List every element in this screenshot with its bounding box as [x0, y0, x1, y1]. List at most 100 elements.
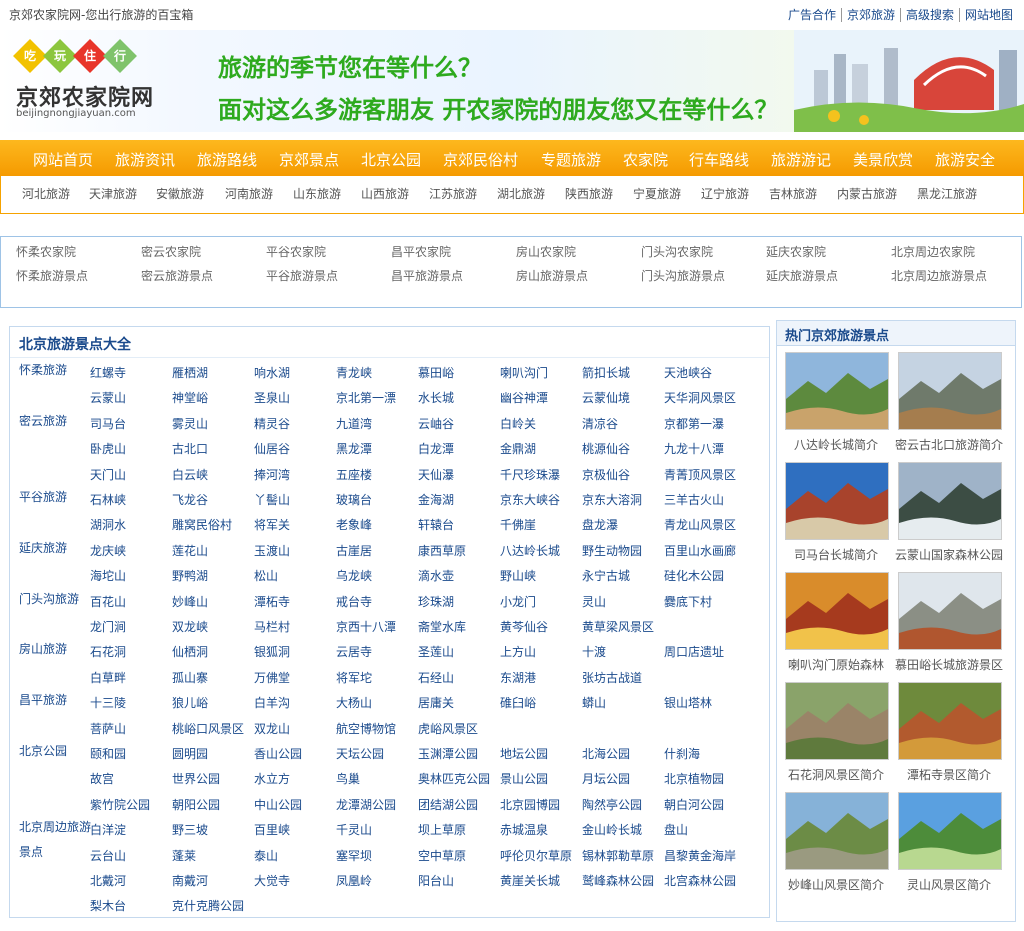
scenic-spot-link[interactable]: 乌龙峡: [336, 567, 372, 584]
scenic-spot-link[interactable]: 桃源仙谷: [582, 440, 630, 457]
scenic-spot-link[interactable]: 双龙山: [254, 720, 290, 737]
scenic-spot-link[interactable]: 小龙门: [500, 593, 536, 610]
quick-fangshan-farmhouse[interactable]: 房山农家院: [516, 243, 576, 260]
scenic-spot-link[interactable]: 青龙山风景区: [664, 516, 736, 533]
scenic-spot-link[interactable]: 丫髻山: [254, 491, 290, 508]
scenic-spot-link[interactable]: 黑龙潭: [336, 440, 372, 457]
scenic-spot-link[interactable]: 大觉寺: [254, 872, 290, 889]
scenic-spot-link[interactable]: 朝白河公园: [664, 796, 724, 813]
scenic-spot-link[interactable]: 白云峡: [172, 466, 208, 483]
nav-folk-villages[interactable]: 京郊民俗村: [443, 149, 518, 170]
scenic-spot-link[interactable]: 百里峡: [254, 821, 290, 838]
scenic-spot-link[interactable]: 蟒山: [582, 694, 606, 711]
scenic-spot-link[interactable]: 九龙十八潭: [664, 440, 724, 457]
scenic-spot-link[interactable]: 爨底下村: [664, 593, 712, 610]
scenic-spot-link[interactable]: 昌黎黄金海岸: [664, 847, 736, 864]
quick-mentougou-farmhouse[interactable]: 门头沟农家院: [641, 243, 713, 260]
subnav-ningxia[interactable]: 宁夏旅游: [633, 185, 681, 202]
district-label[interactable]: 房山旅游: [19, 637, 99, 662]
quick-miyun-spots[interactable]: 密云旅游景点: [141, 267, 213, 284]
scenic-spot-link[interactable]: 卧虎山: [90, 440, 126, 457]
scenic-spot-link[interactable]: 青菁顶风景区: [664, 466, 736, 483]
scenic-spot-link[interactable]: 上方山: [500, 643, 536, 660]
scenic-spot-link[interactable]: 张坊古战道: [582, 669, 642, 686]
hot-spot-caption[interactable]: 司马台长城简介: [781, 546, 891, 563]
scenic-spot-link[interactable]: 千尺珍珠瀑: [500, 466, 560, 483]
scenic-spot-link[interactable]: 轩辕台: [418, 516, 454, 533]
scenic-spot-link[interactable]: 南戴河: [172, 872, 208, 889]
quick-changping-spots[interactable]: 昌平旅游景点: [391, 267, 463, 284]
scenic-spot-link[interactable]: 天门山: [90, 466, 126, 483]
hot-spot-thumbnail[interactable]: [898, 572, 1002, 650]
scenic-spot-link[interactable]: 克什克腾公园: [172, 897, 244, 914]
hot-spot-caption[interactable]: 妙峰山风景区简介: [781, 876, 891, 893]
scenic-spot-link[interactable]: 龙门涧: [90, 618, 126, 635]
scenic-spot-link[interactable]: 斋堂水库: [418, 618, 466, 635]
scenic-spot-link[interactable]: 朝阳公园: [172, 796, 220, 813]
scenic-spot-link[interactable]: 灵山: [582, 593, 606, 610]
scenic-spot-link[interactable]: 马栏村: [254, 618, 290, 635]
hot-spot-thumbnail[interactable]: [785, 572, 889, 650]
scenic-spot-link[interactable]: 潭柘寺: [254, 593, 290, 610]
scenic-spot-link[interactable]: 地坛公园: [500, 745, 548, 762]
nav-driving-routes[interactable]: 行车路线: [689, 149, 749, 170]
quick-changping-farmhouse[interactable]: 昌平农家院: [391, 243, 451, 260]
hot-spot-caption[interactable]: 潭柘寺景区简介: [894, 766, 1004, 783]
scenic-spot-link[interactable]: 云居寺: [336, 643, 372, 660]
scenic-spot-link[interactable]: 千灵山: [336, 821, 372, 838]
subnav-jilin[interactable]: 吉林旅游: [769, 185, 817, 202]
nav-travel-safety[interactable]: 旅游安全: [935, 149, 995, 170]
subnav-shandong[interactable]: 山东旅游: [293, 185, 341, 202]
scenic-spot-link[interactable]: 京都第一瀑: [664, 415, 724, 432]
scenic-spot-link[interactable]: 碓臼峪: [500, 694, 536, 711]
scenic-spot-link[interactable]: 石林峡: [90, 491, 126, 508]
hot-spot-thumbnail[interactable]: [898, 352, 1002, 430]
scenic-spot-link[interactable]: 仙居谷: [254, 440, 290, 457]
scenic-spot-link[interactable]: 五座楼: [336, 466, 372, 483]
nav-scenery[interactable]: 美景欣赏: [853, 149, 913, 170]
hot-spot-caption[interactable]: 慕田峪长城旅游景区: [894, 656, 1004, 673]
scenic-spot-link[interactable]: 湖洞水: [90, 516, 126, 533]
nav-beijing-parks[interactable]: 北京公园: [361, 149, 421, 170]
scenic-spot-link[interactable]: 圣莲山: [418, 643, 454, 660]
scenic-spot-link[interactable]: 坝上草原: [418, 821, 466, 838]
scenic-spot-link[interactable]: 圆明园: [172, 745, 208, 762]
hot-spot-thumbnail[interactable]: [785, 682, 889, 760]
scenic-spot-link[interactable]: 蓬莱: [172, 847, 196, 864]
scenic-spot-link[interactable]: 野生动物园: [582, 542, 642, 559]
scenic-spot-link[interactable]: 喇叭沟门: [500, 364, 548, 381]
scenic-spot-link[interactable]: 古北口: [172, 440, 208, 457]
link-site-map[interactable]: 网站地图: [958, 8, 1018, 22]
scenic-spot-link[interactable]: 景山公园: [500, 770, 548, 787]
scenic-spot-link[interactable]: 北京园博园: [500, 796, 560, 813]
link-ad-cooperation[interactable]: 广告合作: [783, 8, 841, 22]
scenic-spot-link[interactable]: 莲花山: [172, 542, 208, 559]
scenic-spot-link[interactable]: 银山塔林: [664, 694, 712, 711]
scenic-spot-link[interactable]: 紫竹院公园: [90, 796, 150, 813]
scenic-spot-link[interactable]: 虎峪风景区: [418, 720, 478, 737]
district-label[interactable]: 怀柔旅游: [19, 358, 99, 383]
scenic-spot-link[interactable]: 捧河湾: [254, 466, 290, 483]
scenic-spot-link[interactable]: 凤凰岭: [336, 872, 372, 889]
scenic-spot-link[interactable]: 松山: [254, 567, 278, 584]
scenic-spot-link[interactable]: 云蒙山: [90, 389, 126, 406]
hot-spot-caption[interactable]: 灵山风景区简介: [894, 876, 1004, 893]
scenic-spot-link[interactable]: 陶然亭公园: [582, 796, 642, 813]
scenic-spot-link[interactable]: 北海公园: [582, 745, 630, 762]
district-label[interactable]: 北京周边旅游景点: [19, 815, 99, 865]
hot-spot-caption[interactable]: 石花洞风景区简介: [781, 766, 891, 783]
link-suburb-travel[interactable]: 京郊旅游: [840, 8, 900, 22]
scenic-spot-link[interactable]: 月坛公园: [582, 770, 630, 787]
nav-special-topics[interactable]: 专题旅游: [541, 149, 601, 170]
scenic-spot-link[interactable]: 盘龙瀑: [582, 516, 618, 533]
nav-travel-notes[interactable]: 旅游游记: [771, 149, 831, 170]
scenic-spot-link[interactable]: 京北第一漂: [336, 389, 396, 406]
subnav-shanxi[interactable]: 山西旅游: [361, 185, 409, 202]
scenic-spot-link[interactable]: 飞龙谷: [172, 491, 208, 508]
scenic-spot-link[interactable]: 金海湖: [418, 491, 454, 508]
scenic-spot-link[interactable]: 白洋淀: [90, 821, 126, 838]
nav-home[interactable]: 网站首页: [33, 149, 93, 170]
scenic-spot-link[interactable]: 慕田峪: [418, 364, 454, 381]
hot-spot-thumbnail[interactable]: [898, 462, 1002, 540]
scenic-spot-link[interactable]: 中山公园: [254, 796, 302, 813]
